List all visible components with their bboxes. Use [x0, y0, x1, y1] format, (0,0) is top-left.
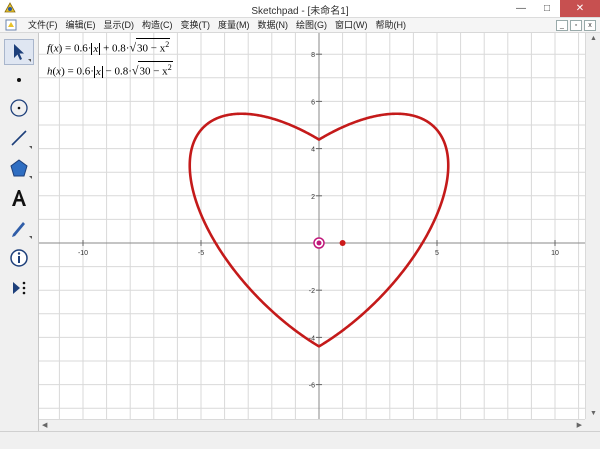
menu-edit[interactable]: 编辑(E)	[62, 19, 100, 31]
y-tick-label: -2	[309, 288, 315, 295]
minimize-button[interactable]: —	[508, 0, 534, 17]
polygon-icon	[10, 159, 28, 177]
formula-h-eq: = 0.6·	[64, 65, 94, 78]
circle-icon	[10, 99, 28, 117]
pen-icon	[12, 222, 25, 237]
graph-plot[interactable]: -10 -5 5 10-6-4-22468	[39, 33, 585, 419]
point-icon	[17, 78, 21, 82]
y-tick-label: 8	[311, 52, 315, 59]
formula-f-exp: 2	[165, 40, 170, 49]
formula-h-exp: 2	[167, 63, 172, 72]
straightedge-tool[interactable]	[4, 125, 34, 151]
sqrt-sign: √	[131, 63, 139, 78]
grid-lines	[39, 33, 585, 419]
sketch-canvas[interactable]: -10 -5 5 10 -6 -4 -2 2 4 6 8 f(x) = 0.6· x + 0.8·√3…	[39, 33, 585, 419]
formula-f-var: x	[53, 42, 59, 55]
document-icon[interactable]	[5, 19, 17, 31]
menu-bar: 文件(F) 编辑(E) 显示(D) 构造(C) 变换(T) 度量(M) 数据(N…	[0, 18, 600, 33]
title-bar: Sketchpad - [未命名1] — □ ✕	[0, 0, 600, 18]
sqrt-sign: √	[129, 40, 137, 55]
doc-restore-button[interactable]: ▫	[570, 20, 582, 31]
menu-help[interactable]: 帮助(H)	[372, 19, 411, 31]
x-tick-label: 10	[551, 250, 559, 257]
scroll-down-icon[interactable]: ▼	[590, 410, 597, 417]
scroll-up-icon[interactable]: ▲	[590, 35, 597, 42]
formula-f-op: + 0.8·	[100, 42, 130, 55]
menu-display[interactable]: 显示(D)	[100, 19, 139, 31]
info-icon	[10, 249, 28, 267]
custom-tool[interactable]	[4, 275, 34, 301]
text-tool[interactable]	[4, 185, 34, 211]
formula-h-abs: x	[93, 65, 103, 78]
polygon-tool[interactable]	[4, 155, 34, 181]
scroll-left-icon[interactable]: ◀	[42, 421, 47, 429]
status-bar	[0, 431, 600, 449]
close-button[interactable]: ✕	[560, 0, 600, 17]
x-tick-label: 5	[435, 250, 439, 257]
custom-tool-icon	[13, 281, 26, 295]
menu-construct[interactable]: 构造(C)	[138, 19, 177, 31]
maximize-button[interactable]: □	[534, 0, 560, 17]
formula-f-radicand: 30 − x	[137, 42, 166, 55]
unit-point	[339, 240, 346, 246]
menu-file[interactable]: 文件(F)	[24, 19, 62, 31]
marker-tool[interactable]	[4, 215, 34, 241]
menu-data[interactable]: 数据(N)	[254, 19, 293, 31]
information-tool[interactable]	[4, 245, 34, 271]
menu-graph[interactable]: 绘图(G)	[292, 19, 331, 31]
text-a-icon	[12, 190, 26, 206]
y-tick-label: 4	[311, 147, 315, 154]
doc-minimize-button[interactable]: _	[556, 20, 568, 31]
segment-icon	[11, 130, 27, 146]
formula-f-eq: = 0.6·	[62, 42, 92, 55]
formula-h[interactable]: h(x) = 0.6· x − 0.8·√30 − x2	[47, 61, 173, 79]
x-tick-label: -5	[198, 250, 204, 257]
formula-h-radicand: 30 − x	[139, 65, 168, 78]
menu-transform[interactable]: 变换(T)	[177, 19, 215, 31]
toolbox	[0, 33, 39, 431]
formula-f-radical: 30 − x2	[136, 38, 171, 55]
vertical-scrollbar[interactable]: ▲ ▼	[585, 33, 600, 419]
y-tick-label: 2	[311, 194, 315, 201]
y-tick-label: -6	[309, 383, 315, 390]
x-tick-label: -10	[78, 250, 88, 257]
menu-window[interactable]: 窗口(W)	[331, 19, 372, 31]
point-tool[interactable]	[4, 67, 34, 93]
compass-tool[interactable]	[4, 95, 34, 121]
tick-labels: -10 -5 5 10-6-4-22468	[78, 52, 559, 389]
formula-h-op: − 0.8·	[102, 65, 132, 78]
menu-measure[interactable]: 度量(M)	[214, 19, 254, 31]
scroll-right-icon[interactable]: ▶	[577, 421, 582, 429]
y-tick-label: 6	[311, 99, 315, 106]
origin-point	[316, 240, 322, 246]
formula-f-abs: x	[91, 42, 101, 55]
formula-f-name: f	[47, 42, 51, 55]
formula-h-name: h	[47, 65, 53, 78]
doc-close-button[interactable]: x	[584, 20, 596, 31]
formula-f[interactable]: f(x) = 0.6· x + 0.8·√30 − x2	[47, 38, 171, 56]
arrow-select-tool[interactable]	[4, 39, 34, 65]
arrow-cursor-icon	[14, 44, 24, 60]
formula-h-var: x	[56, 65, 62, 78]
formula-h-radical: 30 − x2	[138, 61, 173, 78]
